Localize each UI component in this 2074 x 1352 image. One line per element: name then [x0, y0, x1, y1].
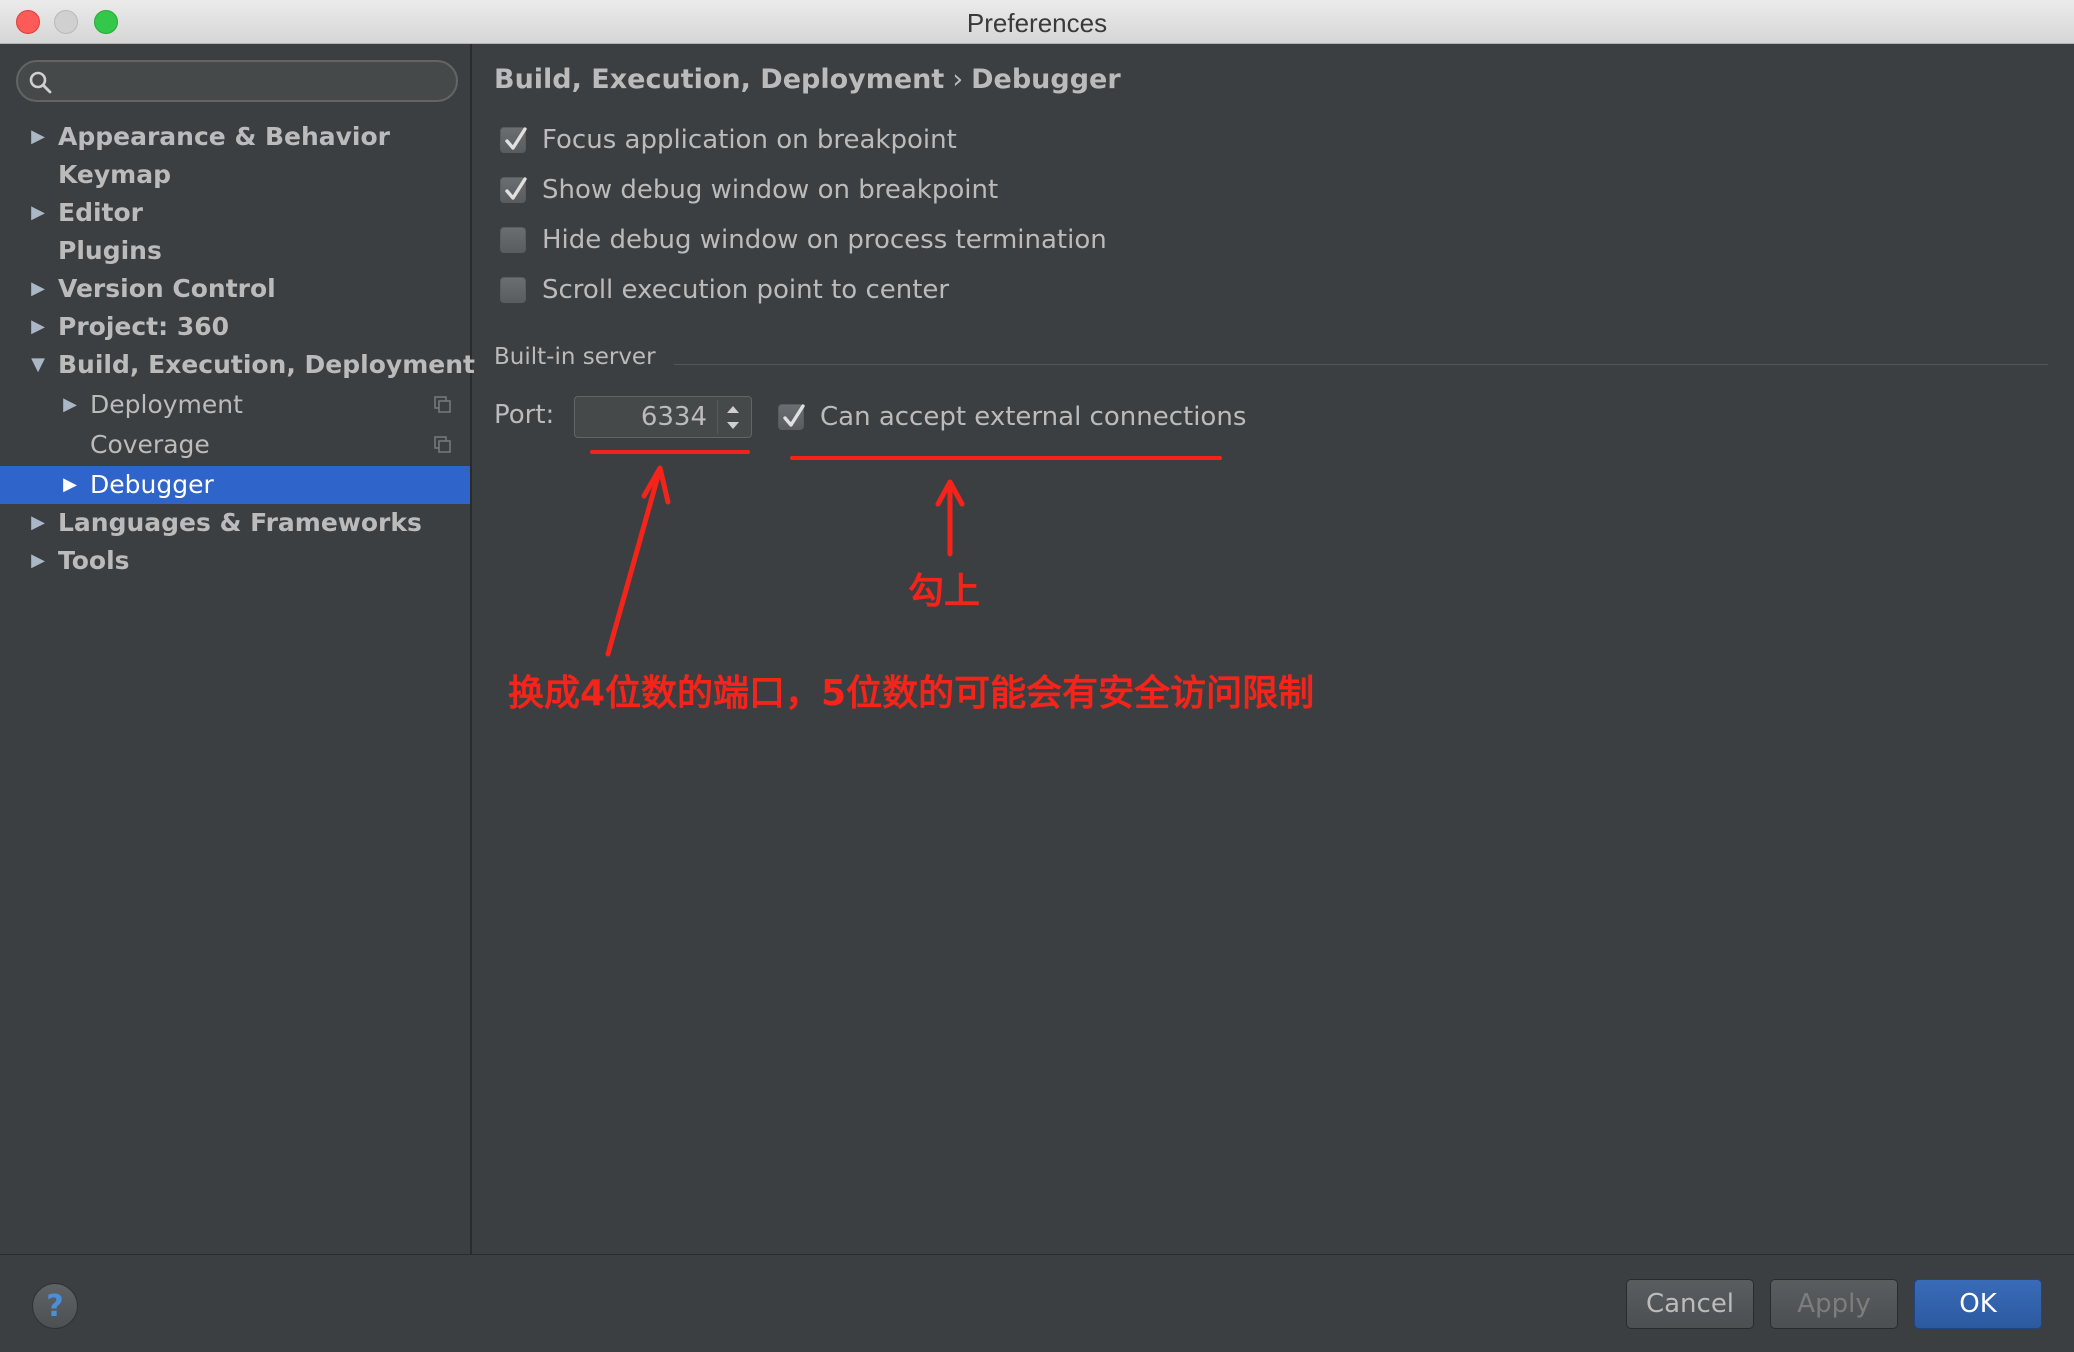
show-debug-window-option[interactable]: Show debug window on breakpoint	[500, 172, 998, 208]
port-note-annotation: 换成4位数的端口，5位数的可能会有安全访问限制	[508, 673, 1315, 714]
sidebar-item-project[interactable]: ▶ Project: 360	[0, 308, 470, 346]
sidebar-item-label: Languages & Frameworks	[58, 508, 422, 537]
show-debug-window-checkbox[interactable]	[500, 177, 527, 203]
sidebar-item-coverage[interactable]: Coverage	[0, 426, 470, 464]
sidebar-item-debugger[interactable]: ▶ Debugger	[0, 466, 470, 504]
sidebar-item-appearance-behavior[interactable]: ▶ Appearance & Behavior	[0, 118, 470, 156]
port-spinner[interactable]	[717, 400, 747, 434]
search-box[interactable]	[16, 60, 458, 102]
sidebar-item-label: Plugins	[58, 236, 162, 265]
breadcrumb: Build, Execution, Deployment › Debugger	[494, 64, 1121, 95]
accept-external-connections-option[interactable]: Can accept external connections	[778, 399, 1246, 435]
spinner-down-icon[interactable]	[718, 417, 748, 434]
scroll-execution-point-checkbox[interactable]	[500, 277, 526, 303]
hide-debug-window-label: Hide debug window on process termination	[542, 225, 1107, 255]
sidebar-item-label: Deployment	[90, 390, 243, 419]
builtin-server-section-title: Built-in server	[494, 344, 656, 370]
accept-external-checkbox[interactable]	[778, 404, 805, 430]
breadcrumb-current: Debugger	[971, 64, 1121, 95]
sidebar-item-version-control[interactable]: ▶ Version Control	[0, 270, 470, 308]
show-debug-window-label: Show debug window on breakpoint	[542, 175, 999, 205]
focus-app-checkbox[interactable]	[500, 127, 527, 153]
sidebar-item-deployment[interactable]: ▶ Deployment	[0, 386, 470, 424]
checkmark-icon	[783, 404, 805, 427]
hide-debug-window-checkbox[interactable]	[500, 227, 526, 253]
breadcrumb-parent: Build, Execution, Deployment	[494, 64, 945, 95]
sidebar-item-plugins[interactable]: Plugins	[0, 232, 470, 270]
expand-arrow-icon[interactable]: ▶	[28, 270, 48, 308]
apply-button[interactable]: Apply	[1770, 1279, 1898, 1329]
sidebar-item-label: Editor	[58, 198, 143, 227]
window-title: Preferences	[966, 8, 1108, 38]
sidebar-item-label: Build, Execution, Deployment	[58, 350, 475, 379]
sidebar-item-build-execution-deployment[interactable]: ▼ Build, Execution, Deployment	[0, 346, 475, 384]
scroll-execution-point-option[interactable]: Scroll execution point to center	[500, 272, 949, 308]
dialog-footer: ? Cancel Apply OK	[0, 1254, 2074, 1352]
section-divider	[674, 364, 2048, 365]
expand-arrow-icon[interactable]: ▶	[28, 194, 48, 232]
project-scope-icon	[434, 396, 451, 413]
help-button[interactable]: ?	[32, 1283, 78, 1329]
external-underline-annotation	[790, 456, 1222, 460]
sidebar-item-label: Appearance & Behavior	[58, 122, 390, 151]
focus-app-on-breakpoint-option[interactable]: Focus application on breakpoint	[500, 122, 957, 158]
sidebar-item-label: Keymap	[58, 160, 172, 189]
check-it-annotation: 勾上	[908, 571, 981, 612]
port-input[interactable]	[581, 401, 707, 433]
expand-arrow-icon[interactable]: ▶	[28, 308, 48, 346]
port-label: Port:	[494, 400, 555, 430]
sidebar-item-label: Project: 360	[58, 312, 230, 341]
expand-arrow-icon[interactable]: ▶	[28, 118, 48, 156]
expand-arrow-icon[interactable]: ▶	[60, 466, 80, 504]
search-icon	[29, 71, 52, 94]
checkmark-icon	[505, 127, 527, 150]
sidebar-item-label: Version Control	[58, 274, 276, 303]
sidebar-item-label: Coverage	[90, 430, 210, 459]
focus-app-label: Focus application on breakpoint	[542, 125, 957, 155]
arrow-to-checkbox-icon	[935, 479, 965, 557]
spinner-up-icon[interactable]	[718, 400, 748, 417]
port-spinner-field[interactable]	[574, 396, 752, 438]
sidebar-item-label: Tools	[58, 546, 130, 575]
project-scope-icon	[434, 436, 451, 453]
sidebar-item-keymap[interactable]: Keymap	[0, 156, 470, 194]
title-bar: Preferences	[0, 0, 2074, 44]
debugger-settings-panel: Build, Execution, Deployment › Debugger Fo…	[474, 44, 2074, 1254]
expand-arrow-icon[interactable]: ▶	[28, 542, 48, 580]
hide-debug-window-option[interactable]: Hide debug window on process termination	[500, 222, 1107, 258]
expand-arrow-icon[interactable]: ▶	[60, 386, 80, 424]
ok-button[interactable]: OK	[1914, 1279, 2042, 1329]
scroll-execution-point-label: Scroll execution point to center	[542, 275, 950, 305]
port-underline-annotation	[590, 450, 750, 454]
cancel-button[interactable]: Cancel	[1626, 1279, 1754, 1329]
arrow-to-port-icon	[605, 465, 671, 657]
checkmark-icon	[505, 177, 527, 200]
sidebar-item-editor[interactable]: ▶ Editor	[0, 194, 470, 232]
expand-arrow-icon[interactable]: ▶	[28, 504, 48, 542]
sidebar-item-tools[interactable]: ▶ Tools	[0, 542, 470, 580]
collapse-arrow-icon[interactable]: ▼	[28, 346, 48, 384]
breadcrumb-separator: ›	[952, 64, 964, 95]
settings-sidebar: ▶ Appearance & Behavior Keymap ▶ Editor …	[0, 44, 475, 1254]
sidebar-item-label: Debugger	[90, 470, 214, 499]
sidebar-item-languages-frameworks[interactable]: ▶ Languages & Frameworks	[0, 504, 470, 542]
accept-external-label: Can accept external connections	[820, 402, 1247, 432]
search-input[interactable]	[62, 66, 442, 96]
